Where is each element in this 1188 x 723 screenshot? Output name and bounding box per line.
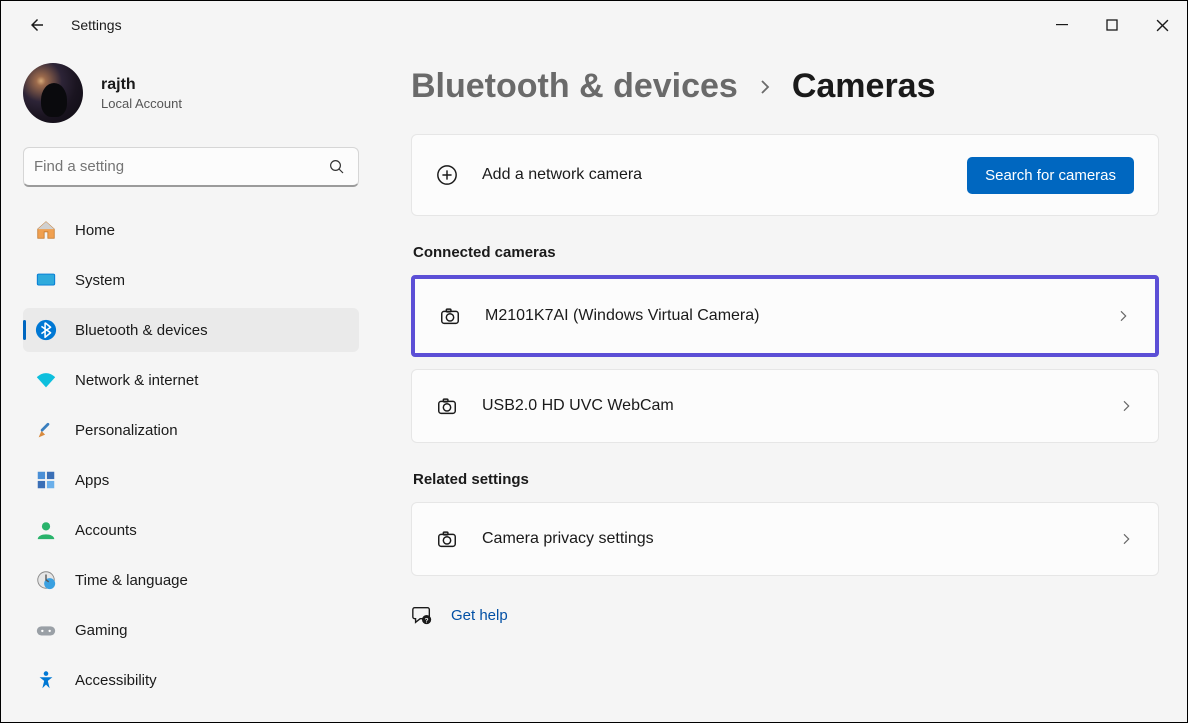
bluetooth-icon <box>35 319 57 341</box>
add-camera-label: Add a network camera <box>482 166 967 184</box>
sidebar-item-time-language[interactable]: Time & language <box>23 558 359 602</box>
camera-row-usb[interactable]: USB2.0 HD UVC WebCam <box>411 369 1159 443</box>
user-name: rajth <box>101 76 182 94</box>
sidebar-item-label: Bluetooth & devices <box>75 322 208 339</box>
window-controls <box>1037 1 1187 49</box>
camera-name: M2101K7AI (Windows Virtual Camera) <box>485 307 1115 325</box>
svg-text:?: ? <box>425 617 429 624</box>
sidebar-item-label: Home <box>75 222 115 239</box>
connected-cameras-title: Connected cameras <box>413 244 1159 261</box>
camera-icon <box>436 395 458 417</box>
main-content: Bluetooth & devices Cameras Add a networ… <box>381 49 1187 722</box>
plus-circle-icon <box>436 164 458 186</box>
sidebar-item-label: Apps <box>75 472 109 489</box>
sidebar-item-label: Gaming <box>75 622 128 639</box>
close-icon <box>1156 19 1169 32</box>
chevron-right-icon <box>1115 308 1131 324</box>
sidebar: rajth Local Account Home System Bluetoot… <box>1 49 381 722</box>
back-button[interactable] <box>21 9 53 41</box>
wifi-icon <box>35 369 57 391</box>
sidebar-item-label: Time & language <box>75 572 188 589</box>
accessibility-icon <box>35 669 57 691</box>
sidebar-item-label: Accounts <box>75 522 137 539</box>
help-chat-icon: ? <box>411 604 433 626</box>
clock-globe-icon <box>35 569 57 591</box>
search-cameras-button[interactable]: Search for cameras <box>967 157 1134 194</box>
camera-icon <box>436 528 458 550</box>
user-account-type: Local Account <box>101 96 182 111</box>
sidebar-item-apps[interactable]: Apps <box>23 458 359 502</box>
sidebar-item-gaming[interactable]: Gaming <box>23 608 359 652</box>
add-network-camera-row: Add a network camera Search for cameras <box>411 134 1159 216</box>
avatar <box>23 63 83 123</box>
related-settings-title: Related settings <box>413 471 1159 488</box>
sidebar-item-label: Network & internet <box>75 372 198 389</box>
search-box[interactable] <box>23 147 359 187</box>
camera-name: USB2.0 HD UVC WebCam <box>482 397 1118 415</box>
close-button[interactable] <box>1137 1 1187 49</box>
sidebar-item-label: Personalization <box>75 422 178 439</box>
breadcrumb-parent[interactable]: Bluetooth & devices <box>411 67 738 106</box>
minimize-icon <box>1056 19 1068 31</box>
app-title: Settings <box>71 17 122 33</box>
maximize-icon <box>1106 19 1118 31</box>
get-help-link[interactable]: Get help <box>451 607 508 624</box>
gamepad-icon <box>35 619 57 641</box>
chevron-right-icon <box>756 78 774 96</box>
minimize-button[interactable] <box>1037 1 1087 49</box>
sidebar-item-bluetooth-devices[interactable]: Bluetooth & devices <box>23 308 359 352</box>
sidebar-item-home[interactable]: Home <box>23 208 359 252</box>
nav-list: Home System Bluetooth & devices Network … <box>21 205 373 705</box>
sidebar-item-label: Accessibility <box>75 672 157 689</box>
camera-icon <box>439 305 461 327</box>
search-input[interactable] <box>34 158 326 175</box>
breadcrumb: Bluetooth & devices Cameras <box>411 67 1159 106</box>
camera-privacy-row[interactable]: Camera privacy settings <box>411 502 1159 576</box>
sidebar-item-accounts[interactable]: Accounts <box>23 508 359 552</box>
highlighted-camera-row: M2101K7AI (Windows Virtual Camera) <box>411 275 1159 357</box>
sidebar-item-network[interactable]: Network & internet <box>23 358 359 402</box>
privacy-label: Camera privacy settings <box>482 530 1118 548</box>
profile-block[interactable]: rajth Local Account <box>21 57 373 141</box>
chevron-right-icon <box>1118 531 1134 547</box>
sidebar-item-personalization[interactable]: Personalization <box>23 408 359 452</box>
home-icon <box>35 219 57 241</box>
brush-icon <box>35 419 57 441</box>
system-icon <box>35 269 57 291</box>
arrow-left-icon <box>28 16 46 34</box>
breadcrumb-current: Cameras <box>792 67 936 106</box>
sidebar-item-accessibility[interactable]: Accessibility <box>23 658 359 702</box>
search-icon <box>326 156 348 178</box>
title-bar: Settings <box>1 1 1187 49</box>
sidebar-item-label: System <box>75 272 125 289</box>
camera-row-virtual[interactable]: M2101K7AI (Windows Virtual Camera) <box>415 279 1155 353</box>
help-row: ? Get help <box>411 604 1159 626</box>
chevron-right-icon <box>1118 398 1134 414</box>
maximize-button[interactable] <box>1087 1 1137 49</box>
apps-icon <box>35 469 57 491</box>
person-icon <box>35 519 57 541</box>
sidebar-item-system[interactable]: System <box>23 258 359 302</box>
